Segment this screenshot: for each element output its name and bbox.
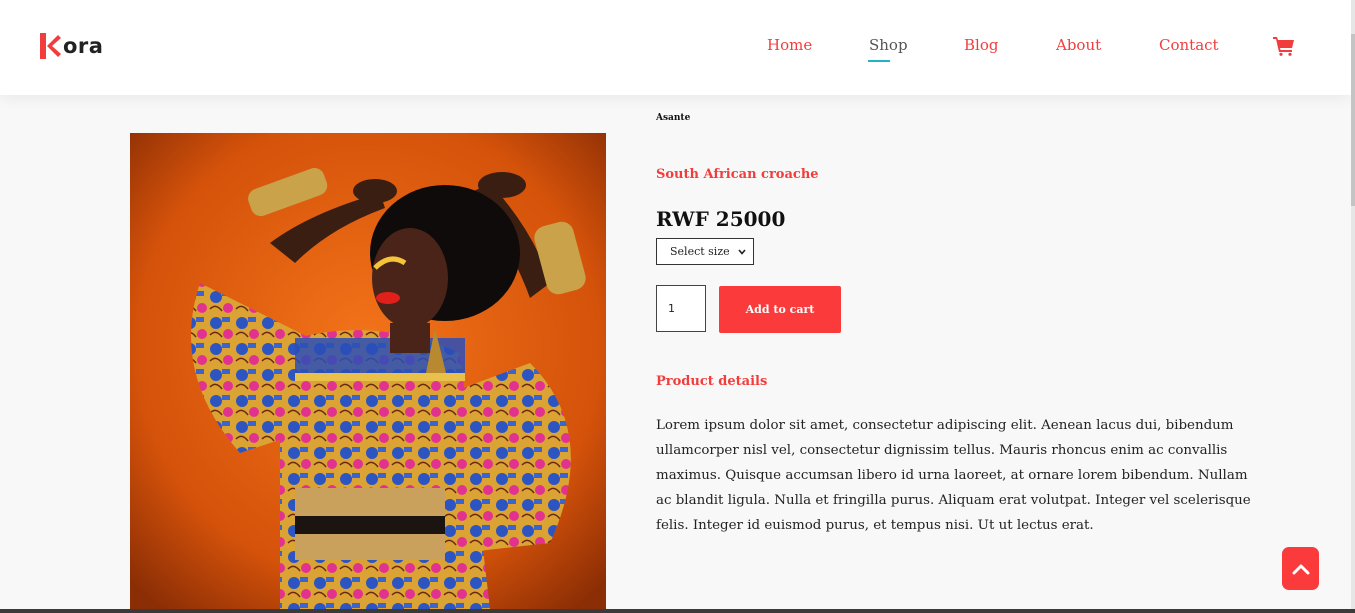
scrollbar-thumb[interactable]	[1351, 34, 1355, 206]
logo[interactable]: ora	[38, 31, 103, 61]
add-to-cart-button[interactable]: Add to cart	[719, 286, 841, 333]
chevron-down-icon	[738, 249, 746, 255]
logo-mark-icon	[40, 33, 61, 59]
nav-home[interactable]: Home	[767, 36, 812, 54]
chevron-up-icon	[1292, 564, 1309, 574]
product-details-title: Product details	[656, 374, 768, 389]
product-photo	[130, 133, 606, 609]
nav-about[interactable]: About	[1056, 36, 1101, 54]
product-name: South African croache	[656, 167, 819, 182]
navbar: ora Home Shop Blog About Contact	[0, 0, 1351, 95]
product-price: RWF 25000	[656, 207, 786, 231]
scroll-to-top-button[interactable]	[1282, 547, 1319, 590]
product-description: Lorem ipsum dolor sit amet, consectetur …	[656, 418, 1251, 533]
product-image	[130, 133, 606, 609]
nav-shop[interactable]: Shop	[869, 36, 908, 54]
size-select[interactable]: Select size	[656, 238, 754, 265]
bottom-border	[0, 609, 1355, 613]
shopping-cart-icon[interactable]	[1273, 36, 1295, 56]
nav-contact[interactable]: Contact	[1159, 36, 1219, 54]
quantity-input[interactable]: 1	[656, 285, 706, 332]
nav-blog[interactable]: Blog	[964, 36, 998, 54]
product-brand: Asante	[656, 113, 691, 123]
size-select-value: Select size	[670, 245, 730, 258]
logo-text: ora	[63, 34, 104, 58]
scrollbar[interactable]	[1351, 0, 1355, 613]
nav-active-indicator	[868, 60, 890, 62]
